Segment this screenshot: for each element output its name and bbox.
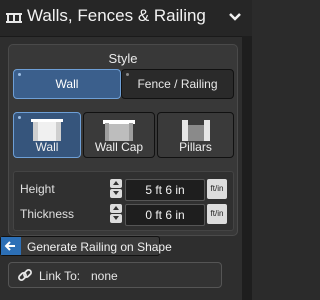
type-wall-cap-tile[interactable]: Wall Cap [83,112,155,158]
style-fence-railing-label: Fence / Railing [137,77,218,91]
chevron-down-icon[interactable] [226,8,244,26]
thickness-label: Thickness [20,207,75,221]
link-to-field[interactable]: Link To: none [8,262,222,288]
walls-fences-railing-panel: Walls, Fences & Railing Style Wall Fence… [0,0,252,300]
thickness-field[interactable]: 0 ft 6 in [125,204,205,226]
increment-icon[interactable] [110,204,122,213]
type-wall-tile[interactable]: Wall [13,112,81,158]
link-icon [18,269,32,281]
type-wall-label: Wall [35,140,59,154]
panel-header[interactable]: Walls, Fences & Railing [0,0,252,37]
corner-dot-icon [126,73,129,76]
height-unit-button[interactable]: ft/in [207,179,227,199]
generate-railing-label: Generate Railing on Shape [27,240,172,254]
type-pillars-label: Pillars [179,140,212,154]
arrow-left-icon [1,237,21,255]
style-wall-button[interactable]: Wall [13,69,121,99]
height-stepper[interactable] [110,179,122,199]
decrement-icon[interactable] [110,214,122,223]
style-group: Style Wall Fence / Railing Wall Wall Cap… [8,44,238,236]
thickness-unit-button[interactable]: ft/in [207,204,227,224]
thickness-row: Thickness 0 ft 6 in ft/in [14,203,233,226]
height-field[interactable]: 5 ft 6 in [125,179,205,201]
corner-dot-icon [18,116,21,119]
decrement-icon[interactable] [110,189,122,198]
corner-dot-icon [18,73,21,76]
panel-title: Walls, Fences & Railing [27,6,206,25]
type-pillars-tile[interactable]: Pillars [157,112,234,158]
dimensions-section: Height 5 ft 6 in ft/in Thickness 0 ft 6 … [13,171,234,231]
thickness-stepper[interactable] [110,204,122,224]
height-label: Height [20,182,55,196]
style-wall-label: Wall [55,77,79,91]
type-wall-cap-label: Wall Cap [94,140,144,154]
increment-icon[interactable] [110,179,122,188]
style-title: Style [108,51,138,66]
height-row: Height 5 ft 6 in ft/in [14,178,233,201]
generate-railing-button[interactable]: Generate Railing on Shape [0,236,172,256]
link-to-value: none [91,269,118,283]
railing-icon [6,13,22,23]
scrollbar[interactable] [242,36,252,300]
style-fence-railing-button[interactable]: Fence / Railing [121,69,234,99]
link-to-label: Link To: [39,269,81,283]
